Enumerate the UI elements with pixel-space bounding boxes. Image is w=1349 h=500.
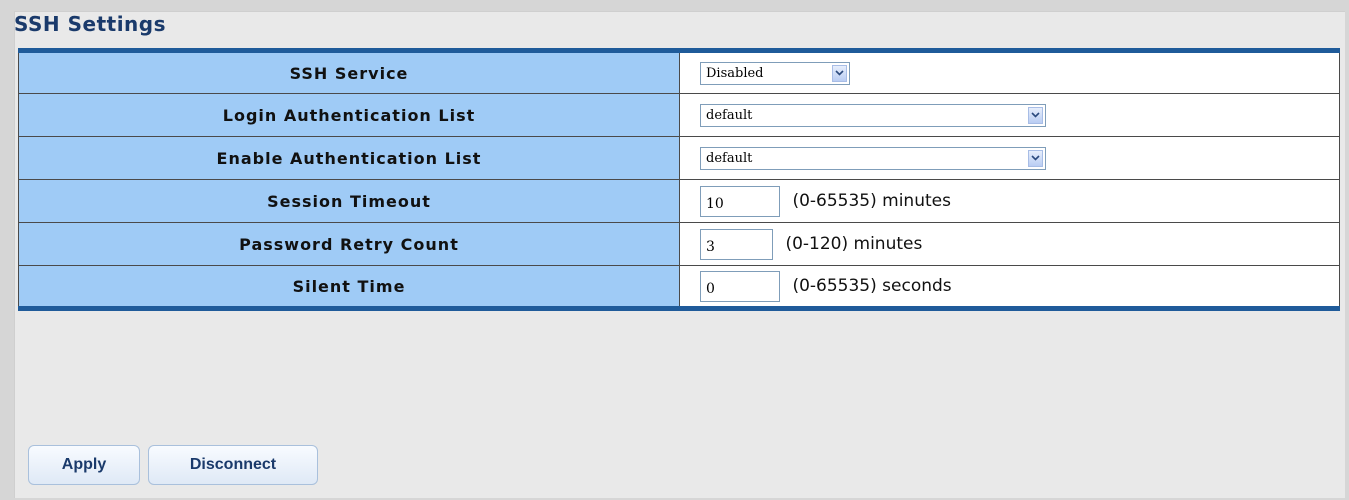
ssh-settings-table: SSH Service Disabled Login Authenticatio…	[18, 48, 1340, 311]
enable-auth-list-cell: default	[679, 136, 1340, 180]
session-timeout-label: Session Timeout	[18, 179, 680, 223]
table-row: Login Authentication List default	[18, 93, 1340, 137]
session-timeout-range: (0-65535) minutes	[792, 191, 951, 211]
session-timeout-cell: 10 (0-65535) minutes	[679, 179, 1340, 223]
enable-auth-list-select[interactable]: default	[700, 146, 1046, 170]
table-row: Password Retry Count 3 (0-120) minutes	[18, 222, 1340, 266]
chevron-down-icon[interactable]	[832, 64, 847, 82]
ssh-service-select[interactable]: Disabled	[700, 61, 850, 85]
session-timeout-input[interactable]: 10	[700, 185, 780, 217]
ssh-service-cell: Disabled	[679, 50, 1340, 94]
apply-button[interactable]: Apply	[28, 445, 140, 485]
enable-auth-list-selected: default	[706, 150, 753, 166]
login-auth-list-selected: default	[706, 107, 753, 123]
password-retry-input[interactable]: 3	[700, 228, 773, 260]
login-auth-list-select[interactable]: default	[700, 103, 1046, 127]
table-row: SSH Service Disabled	[18, 50, 1340, 94]
chevron-down-icon[interactable]	[1028, 106, 1043, 124]
silent-time-input[interactable]: 0	[700, 270, 780, 302]
login-auth-list-label: Login Authentication List	[18, 93, 680, 137]
password-retry-cell: 3 (0-120) minutes	[679, 222, 1340, 266]
ssh-service-label: SSH Service	[18, 50, 680, 94]
silent-time-cell: 0 (0-65535) seconds	[679, 265, 1340, 309]
password-retry-range: (0-120) minutes	[785, 234, 923, 254]
chevron-down-icon[interactable]	[1028, 149, 1043, 167]
silent-time-range: (0-65535) seconds	[792, 276, 952, 296]
table-row: Silent Time 0 (0-65535) seconds	[18, 265, 1340, 309]
password-retry-label: Password Retry Count	[18, 222, 680, 266]
ssh-service-selected: Disabled	[706, 65, 764, 81]
table-row: Session Timeout 10 (0-65535) minutes	[18, 179, 1340, 223]
table-row: Enable Authentication List default	[18, 136, 1340, 180]
silent-time-label: Silent Time	[18, 265, 680, 309]
page-title: SSH Settings	[14, 12, 167, 36]
login-auth-list-cell: default	[679, 93, 1340, 137]
enable-auth-list-label: Enable Authentication List	[18, 136, 680, 180]
disconnect-button[interactable]: Disconnect	[148, 445, 318, 485]
